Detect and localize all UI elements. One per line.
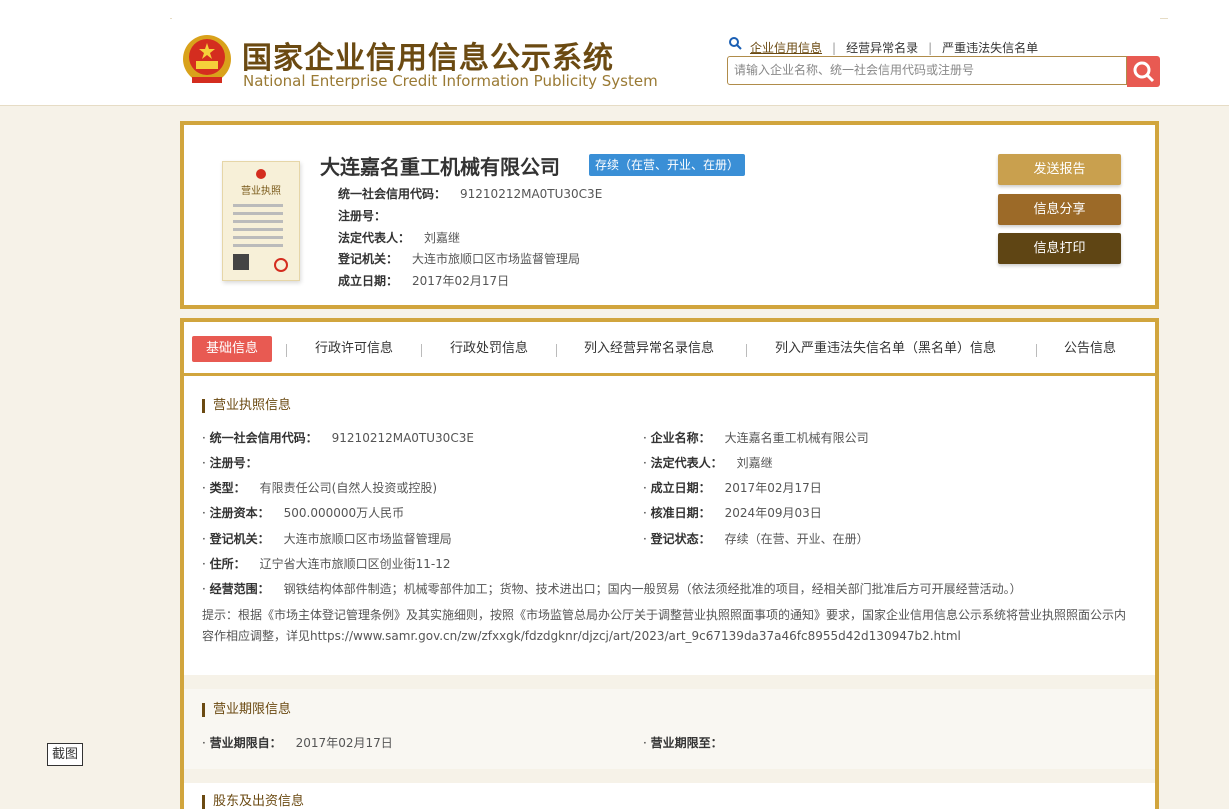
section-title-term: 营业期限信息 [202,703,291,717]
field-capital: · 注册资本： 500.000000万人民币 [202,506,405,520]
section-gap [184,769,1155,783]
tab-abnormal-list[interactable]: 列入经营异常名录信息 [584,336,714,362]
site-subtitle: National Enterprise Credit Information P… [243,72,658,90]
section-title-shareholders: 股东及出资信息 [202,795,304,809]
term-section: 营业期限信息 · 营业期限自： 2017年02月17日 · 营业期限至： [184,689,1155,769]
info-legal-rep: 法定代表人： 刘嘉继 [338,231,461,245]
notice-text: 提示：根据《市场主体登记管理条例》及其实施细则，按照《市场监管总局办公厅关于调整… [202,608,1127,643]
tab-announcements[interactable]: 公告信息 [1064,336,1116,362]
nav-blacklist[interactable]: 严重违法失信名单 [942,41,1038,55]
field-company-name: · 企业名称： 大连嘉名重工机械有限公司 [643,431,869,445]
header-nav: 企业信用信息 | 经营异常名录 | 严重违法失信名单 [750,41,1039,55]
search-icon [729,37,742,50]
detail-panel: 基础信息 行政许可信息 行政处罚信息 列入经营异常名录信息 列入严重违法失信名单… [180,318,1159,809]
nav-credit-info[interactable]: 企业信用信息 [750,41,822,55]
field-address: · 住所： 辽宁省大连市旅顺口区创业街11-12 [202,557,451,571]
field-credit-code: · 统一社会信用代码： 91210212MA0TU30C3E [202,431,474,445]
field-term-end: · 营业期限至： [643,736,723,750]
tab-divider [286,344,287,357]
national-emblem-icon [183,35,231,83]
company-card: 营业执照 大连嘉名重工机械有限公司 存续（在营、开业、在册） 统一社会信用代码：… [180,121,1159,309]
tab-admin-license[interactable]: 行政许可信息 [315,336,393,362]
tab-divider [421,344,422,357]
search-icon [1133,61,1155,83]
license-label: 营业执照 [241,184,281,197]
info-authority: 登记机关： 大连市旅顺口区市场监督管理局 [338,252,581,266]
section-gap [184,675,1155,689]
field-type: · 类型： 有限责任公司(自然人投资或控股) [202,481,438,495]
info-founded: 成立日期： 2017年02月17日 [338,274,510,288]
tab-divider [556,344,557,357]
site-title: 国家企业信用信息公示系统 [242,41,614,76]
nav-abnormal-list[interactable]: 经营异常名录 [846,41,918,55]
business-license-image: 营业执照 [222,161,300,281]
field-reg-status: · 登记状态： 存续（在营、开业、在册） [643,532,869,546]
field-authority: · 登记机关： 大连市旅顺口区市场监督管理局 [202,532,452,546]
section-title-license: 营业执照信息 [202,399,291,413]
header-divider [170,18,172,19]
field-founded: · 成立日期： 2017年02月17日 [643,481,822,495]
search-input[interactable]: 请输入企业名称、统一社会信用代码或注册号 [727,56,1127,85]
tab-basic-info[interactable]: 基础信息 [192,336,273,362]
info-reg-number: 注册号： [338,209,387,223]
field-legal-rep: · 法定代表人： 刘嘉继 [643,456,773,470]
info-credit-code: 统一社会信用代码： 91210212MA0TU30C3E [338,187,603,201]
share-info-button[interactable]: 信息分享 [998,194,1121,225]
send-report-button[interactable]: 发送报告 [998,154,1121,185]
field-reg-number: · 注册号： [202,456,258,470]
tab-divider [746,344,747,357]
field-business-scope: · 经营范围： 钢铁结构体部件制造；机械零部件加工；货物、技术进出口；国内一般贸易… [202,582,1022,596]
field-approved: · 核准日期： 2024年09月03日 [643,506,822,520]
site-header: 国家企业信用信息公示系统 National Enterprise Credit … [0,0,1229,106]
header-divider [1160,18,1168,19]
tab-blacklist[interactable]: 列入严重违法失信名单（黑名单）信息 [775,336,996,362]
print-info-button[interactable]: 信息打印 [998,233,1121,264]
tab-admin-penalty[interactable]: 行政处罚信息 [450,336,528,362]
tab-divider [1036,344,1037,357]
tab-bar: 基础信息 行政许可信息 行政处罚信息 列入经营异常名录信息 列入严重违法失信名单… [184,322,1155,376]
search-button[interactable] [1127,56,1160,87]
field-term-start: · 营业期限自： 2017年02月17日 [202,736,393,750]
company-name: 大连嘉名重工机械有限公司 [320,155,560,179]
screenshot-button[interactable]: 截图 [47,743,83,766]
status-badge: 存续（在营、开业、在册） [589,154,746,176]
